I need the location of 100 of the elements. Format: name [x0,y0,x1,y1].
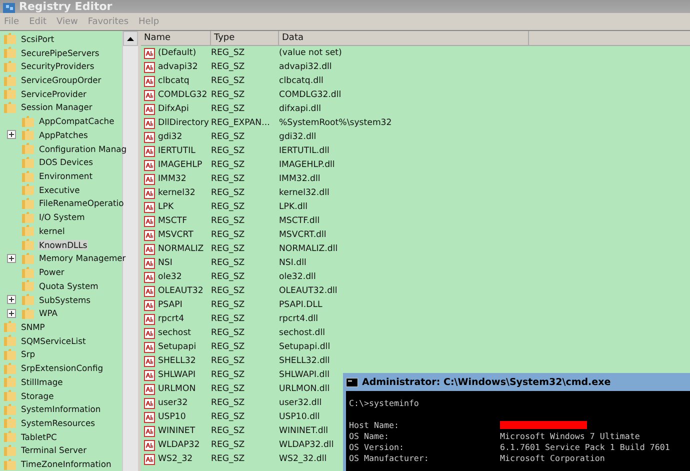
string-value-icon [144,300,155,310]
table-cell-text: IMAGEHLP [158,160,204,170]
table-cell-text: REG_SZ [211,398,246,408]
folder-icon [4,321,17,332]
tree-item[interactable]: ServiceProvider [20,88,88,99]
column-header[interactable]: Data [279,31,529,45]
table-cell-text: REG_SZ [211,328,246,338]
table-cell-text: REG_SZ [211,384,246,394]
up-arrow-icon [127,36,134,40]
folder-icon [4,348,17,360]
tree-item[interactable]: TimeZoneInformation [20,459,112,470]
table-cell: kernel32.dll [279,188,330,198]
table-cell-text: WININET [158,426,196,436]
table-cell: NORMALIZ.dll [279,244,338,254]
folder-icon [22,170,35,182]
table-cell: IMAGEHLP.dll [279,160,335,170]
table-cell-text: REG_SZ [211,412,246,422]
table-cell-text: IMM32 [158,174,188,184]
tree-item[interactable]: SubSystems [38,294,92,305]
tree-item[interactable]: SystemResources [20,418,96,428]
folder-icon [4,404,17,415]
scroll-up-button[interactable] [123,31,138,46]
table-cell-text: clbcatq [158,76,190,86]
tree-item[interactable]: SNMP [20,322,46,332]
column-header[interactable]: Name [141,31,211,45]
tree-item[interactable]: AppPatches [38,130,89,140]
tree-item[interactable]: kernel [38,226,66,236]
table-cell: advapi32.dll [279,62,332,72]
tree-item[interactable]: TabletPC [20,432,58,442]
tree-item[interactable]: FileRenameOperatio [38,198,125,208]
folder-icon [22,212,35,223]
folder-icon [22,198,35,209]
tree-item[interactable]: Session Manager [20,102,94,112]
table-cell-text: REG_SZ [211,258,246,268]
console-value: 6.1.7601 Service Pack 1 Build 7601 [500,442,670,452]
tree-item[interactable]: Storage [20,390,55,401]
table-cell-text: IERTUTIL [158,146,196,156]
table-cell: gdi32.dll [279,132,316,142]
table-cell-text: REG_SZ [211,90,246,100]
table-cell-text: REG_SZ [211,132,246,142]
string-value-icon [144,314,155,324]
tree-item[interactable]: Srp [20,349,36,360]
column-header[interactable]: Type [211,31,279,45]
table-cell-text: REG_SZ [211,202,246,212]
table-cell-text: MSVCRT [158,230,194,240]
tree-item[interactable]: StillImage [20,376,64,387]
string-value-icon [144,384,155,394]
tree-item[interactable]: Terminal Server [20,445,88,456]
table-cell: (value not set) [279,48,342,58]
tree-item[interactable]: SystemInformation [20,404,102,414]
expand-icon[interactable] [7,308,16,318]
table-cell: Setupapi.dll [279,342,330,352]
table-cell-text: NSI [158,258,174,268]
table-cell-text: REG_SZ [211,146,246,156]
string-value-icon [144,202,155,212]
table-cell: SHLWAPI.dll [279,370,330,380]
expand-icon[interactable] [7,295,16,304]
console-title: Administrator: C:\Windows\System32\cmd.exe [362,376,611,388]
folder-icon [22,280,35,292]
tree-item[interactable]: ScsiPort [20,34,56,44]
folder-icon [4,88,17,100]
table-cell-text: REG_SZ [211,188,246,198]
console-label: OS Manufacturer: [349,452,430,462]
tree-item[interactable]: Configuration Manag [38,144,128,154]
console-icon [346,378,358,386]
tree-item[interactable]: SecurityProviders [20,61,96,72]
folder-icon [22,239,35,250]
table-cell-text: WS2_32 [158,454,194,464]
folder-icon [22,308,35,319]
tree-item[interactable]: DOS Devices [38,157,94,168]
tree-item[interactable]: Memory Managemer [38,253,127,264]
tree-item[interactable]: WPA [38,308,59,318]
tree-item[interactable]: SQMServiceList [20,336,87,346]
table-cell: NSI.dll [279,258,306,268]
string-value-icon [144,160,155,170]
tree-item[interactable]: Environment [38,171,94,182]
table-cell-text: REG_EXPAN... [211,118,271,128]
table-cell-text: URLMON [158,384,197,394]
tree-item[interactable]: SrpExtensionConfig [20,363,104,374]
expand-icon[interactable] [7,254,16,263]
tree-item[interactable]: I/O System [38,212,86,222]
tree-item[interactable]: Power [38,267,66,278]
folder-icon [4,458,17,470]
tree-item[interactable]: AppCompatCache [38,116,116,126]
tree-item[interactable]: Quota System [38,280,100,291]
expand-icon[interactable] [7,130,16,140]
table-cell: sechost.dll [279,328,326,338]
tree-item[interactable]: KnownDLLs [38,240,88,250]
table-cell: WLDAP32.dll [279,440,334,450]
table-cell: user32.dll [279,398,322,408]
tree-item[interactable]: ServiceGroupOrder [20,75,102,86]
string-value-icon [144,132,155,142]
tree-item[interactable]: SecurePipeServers [20,48,100,58]
tree-item[interactable]: Executive [38,184,81,195]
table-cell-text: REG_SZ [211,300,246,310]
string-value-icon [144,76,155,86]
string-value-icon [144,412,155,422]
table-cell-text: REG_SZ [211,48,246,58]
console-label: OS Version: [349,442,405,452]
console-label: OS Name: [349,430,390,440]
